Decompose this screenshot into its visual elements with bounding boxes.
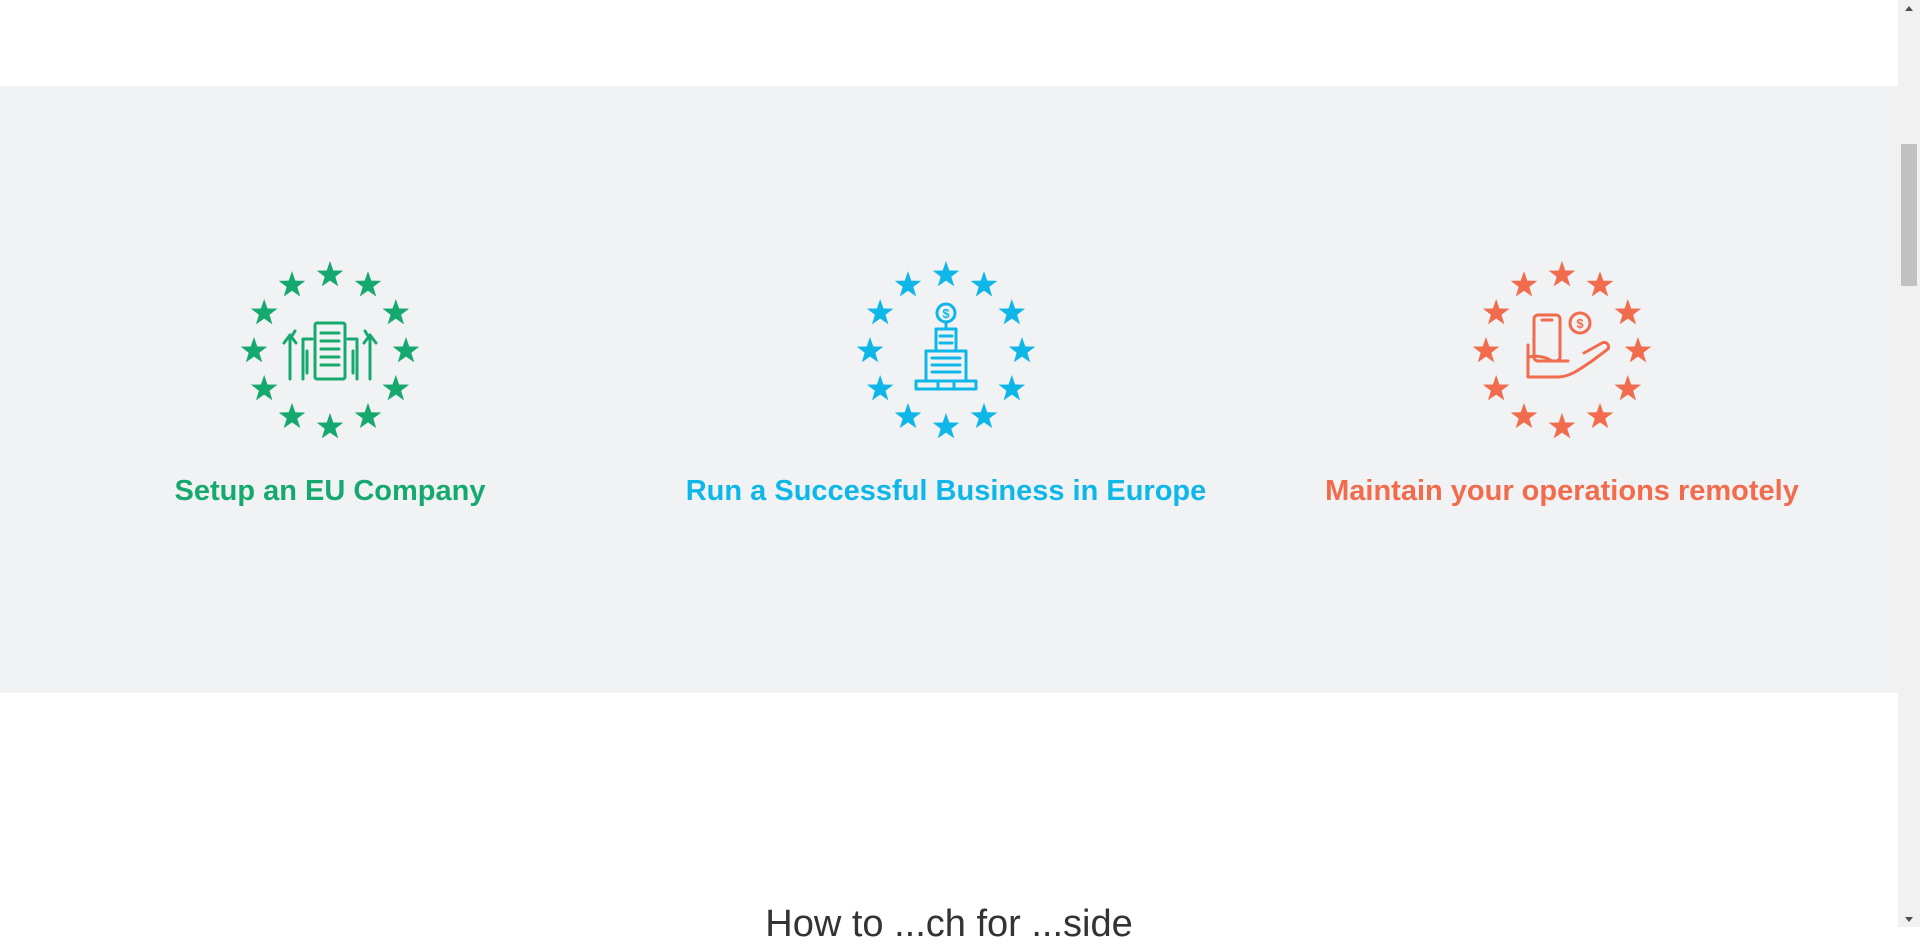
star-icon (1472, 337, 1500, 363)
star-icon (1008, 337, 1036, 363)
star-icon (250, 299, 278, 325)
star-icon (392, 337, 420, 363)
star-icon (856, 337, 884, 363)
eu-stars-office-tower-dollar-icon: $ (856, 261, 1036, 439)
feature-title[interactable]: Maintain your operations remotely (1325, 475, 1799, 508)
star-icon (866, 375, 894, 401)
star-icon (1614, 299, 1642, 325)
star-icon (866, 299, 894, 325)
star-icon (998, 299, 1026, 325)
feature-maintain-operations: $ Maintain your operations remotely (1312, 261, 1812, 508)
star-icon (1548, 261, 1576, 287)
eu-stars-hand-phone-dollar-icon: $ (1472, 261, 1652, 439)
star-icon (278, 402, 306, 429)
star-icon (1586, 402, 1614, 429)
svg-text:$: $ (1576, 316, 1584, 331)
eu-stars-buildings-growth-icon (240, 261, 420, 439)
star-icon (250, 375, 278, 401)
star-icon (382, 299, 410, 325)
star-icon (354, 402, 382, 429)
star-icon (316, 261, 344, 287)
star-icon (1548, 413, 1576, 439)
star-icon (970, 271, 998, 297)
scrollbar-thumb[interactable] (1901, 144, 1917, 286)
svg-text:$: $ (942, 306, 950, 321)
star-icon (240, 337, 268, 363)
vertical-scrollbar[interactable] (1898, 0, 1920, 927)
feature-title[interactable]: Run a Successful Business in Europe (686, 475, 1207, 508)
page: Setup an EU Company $ Run a Successful B… (0, 0, 1898, 945)
star-icon (1482, 299, 1510, 325)
scroll-down-arrow-icon[interactable] (1898, 911, 1920, 927)
star-icon (932, 413, 960, 439)
star-icon (278, 271, 306, 297)
star-icon (1586, 271, 1614, 297)
star-icon (894, 402, 922, 429)
feature-run-business-europe: $ Run a Successful Business in Europe (616, 261, 1276, 508)
star-icon (316, 413, 344, 439)
star-icon (1510, 271, 1538, 297)
star-icon (998, 375, 1026, 401)
star-icon (932, 261, 960, 287)
star-icon (382, 375, 410, 401)
star-icon (894, 271, 922, 297)
features-band: Setup an EU Company $ Run a Successful B… (0, 86, 1898, 693)
star-icon (1624, 337, 1652, 363)
feature-setup-eu-company: Setup an EU Company (170, 261, 490, 508)
star-icon (1614, 375, 1642, 401)
feature-title[interactable]: Setup an EU Company (175, 475, 486, 508)
star-icon (1510, 402, 1538, 429)
star-icon (1482, 375, 1510, 401)
next-section-heading: How to ...ch for ...side (765, 903, 1133, 945)
star-icon (354, 271, 382, 297)
star-icon (970, 402, 998, 429)
scroll-up-arrow-icon[interactable] (1898, 0, 1920, 16)
